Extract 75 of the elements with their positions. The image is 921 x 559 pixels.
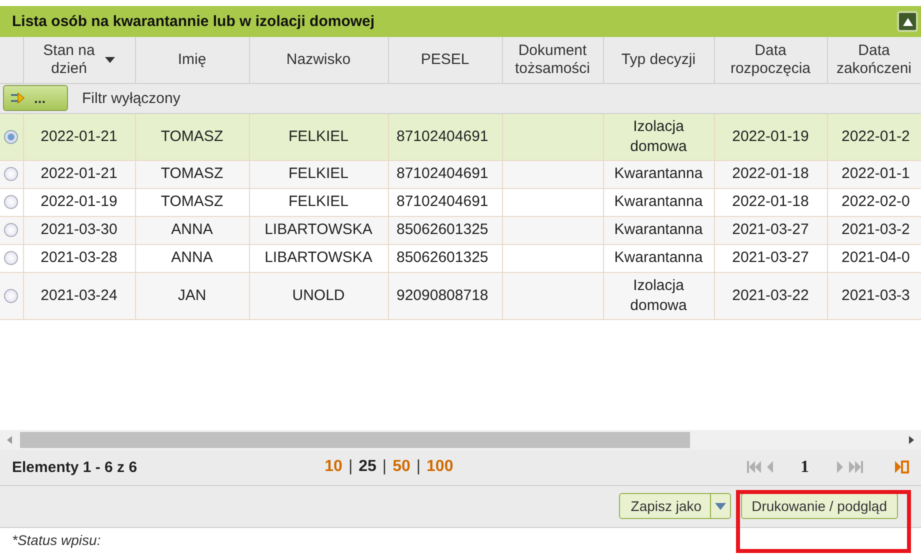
table-cell: 92090808718 (388, 272, 502, 319)
table-cell: 2022-01-2 (827, 113, 921, 160)
table-cell: 2022-01-19 (714, 113, 827, 160)
table-cell: FELKIEL (249, 160, 388, 188)
column-header[interactable]: Data zakończeni (827, 37, 921, 83)
table-cell: 2022-01-18 (714, 188, 827, 216)
footnote: *Status wpisu: (11, 530, 102, 548)
table-cell: 87102404691 (388, 160, 502, 188)
table-cell: 2021-03-27 (714, 244, 827, 272)
dropdown-caret-icon[interactable] (714, 502, 726, 510)
table-cell: ANNA (135, 244, 249, 272)
page-size-link[interactable]: 25 (358, 458, 376, 476)
table-cell: TOMASZ (135, 160, 249, 188)
collapse-button[interactable] (897, 11, 918, 32)
table-cell: 2021-03-2 (827, 216, 921, 244)
table-cell: 2022-01-21 (23, 160, 135, 188)
table-cell: UNOLD (249, 272, 388, 319)
radio-button[interactable] (4, 288, 18, 303)
table-cell: Izolacja domowa (603, 113, 714, 160)
table-cell: TOMASZ (135, 113, 249, 160)
separator: | (382, 458, 387, 476)
column-header[interactable]: Imię (135, 37, 249, 83)
panel-title: Lista osób na kwarantannie lub w izolacji domowej (12, 13, 375, 30)
separator: | (416, 458, 421, 476)
table-cell: 2022-01-18 (714, 160, 827, 188)
table-cell: 2022-01-1 (827, 160, 921, 188)
radio-button[interactable] (4, 130, 18, 144)
items-summary: Elementy 1 - 6 z 6 (12, 458, 138, 476)
collapse-arrow-icon (902, 18, 912, 26)
column-header[interactable]: Data rozpoczęcia (714, 37, 827, 83)
action-button[interactable]: Zapisz jako (618, 493, 731, 519)
table-cell: 2021-03-3 (827, 272, 921, 319)
separator: | (348, 458, 353, 476)
radio-button[interactable] (4, 195, 18, 210)
column-header[interactable]: Stan na dzień (23, 37, 135, 83)
column-header[interactable]: Nazwisko (249, 37, 388, 83)
table-cell: 2021-03-24 (23, 272, 135, 319)
radio-button[interactable] (4, 251, 18, 266)
table-cell: 2021-03-28 (23, 244, 135, 272)
page-number: 1 (800, 457, 809, 477)
action-button[interactable]: Drukowanie / podgląd (740, 493, 898, 519)
table-cell: TOMASZ (135, 188, 249, 216)
table-cell: 2021-03-22 (714, 272, 827, 319)
sort-caret-icon (104, 56, 115, 63)
table-cell: JAN (135, 272, 249, 319)
table-cell: 87102404691 (388, 188, 502, 216)
table-cell: LIBARTOWSKA (249, 216, 388, 244)
page-end-icon[interactable] (895, 460, 909, 474)
filter-status: Filtr wyłączony (82, 90, 180, 106)
table-cell: Izolacja domowa (603, 272, 714, 319)
table-cell: ANNA (135, 216, 249, 244)
table-cell: 87102404691 (388, 113, 502, 160)
table-cell: 2021-03-30 (23, 216, 135, 244)
table-cell: Kwarantanna (603, 160, 714, 188)
table-cell: LIBARTOWSKA (249, 244, 388, 272)
column-header[interactable]: Dokument tożsamości (502, 37, 603, 83)
table-cell: 2022-02-0 (827, 188, 921, 216)
table-cell: 85062601325 (388, 216, 502, 244)
table-cell: FELKIEL (249, 113, 388, 160)
horizontal-scrollbar[interactable] (0, 430, 921, 450)
table-cell: Kwarantanna (603, 244, 714, 272)
radio-button[interactable] (4, 167, 18, 182)
table-cell: 2022-01-19 (23, 188, 135, 216)
table-cell: 2021-03-27 (714, 216, 827, 244)
filter-button[interactable]: ... (3, 85, 68, 111)
table-cell: 2022-01-21 (23, 113, 135, 160)
radio-button[interactable] (4, 223, 18, 238)
table-cell: 2021-04-0 (827, 244, 921, 272)
column-header[interactable]: PESEL (388, 37, 502, 83)
table-cell: FELKIEL (249, 188, 388, 216)
scroll-thumb[interactable] (20, 432, 690, 448)
table-cell: Kwarantanna (603, 216, 714, 244)
table-cell: 85062601325 (388, 244, 502, 272)
column-header[interactable]: Typ decyzji (603, 37, 714, 83)
table-cell: Kwarantanna (603, 188, 714, 216)
